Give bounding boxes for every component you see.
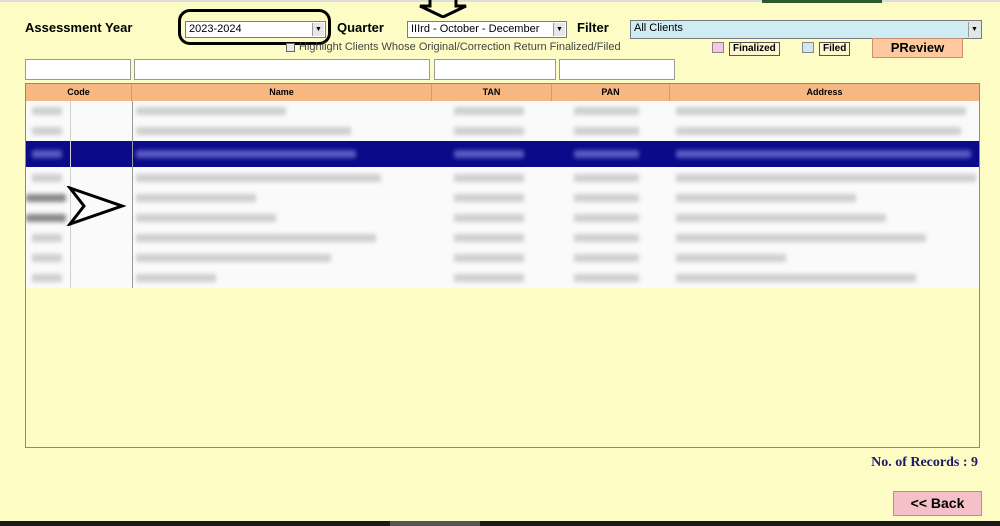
clients-table[interactable]: Code Name TAN PAN Address bbox=[25, 83, 980, 448]
preview-button[interactable]: PReview bbox=[872, 38, 963, 58]
table-row-selected[interactable] bbox=[26, 141, 979, 167]
name-search-input[interactable] bbox=[134, 59, 430, 80]
arrow-down-outline-icon bbox=[419, 0, 467, 18]
pan-search-input[interactable] bbox=[559, 59, 675, 80]
table-row[interactable] bbox=[26, 228, 979, 248]
column-divider bbox=[132, 101, 133, 288]
col-header-name[interactable]: Name bbox=[132, 84, 432, 101]
table-body[interactable] bbox=[26, 101, 979, 288]
highlight-checkbox-label: Highlight Clients Whose Original/Correct… bbox=[299, 41, 621, 53]
filed-legend: Filed bbox=[819, 42, 851, 56]
arrow-right-outline-icon bbox=[66, 186, 126, 226]
bottom-bar bbox=[0, 521, 1000, 526]
table-row[interactable] bbox=[26, 168, 979, 188]
filter-value: All Clients bbox=[634, 22, 683, 34]
col-header-address[interactable]: Address bbox=[670, 84, 979, 101]
table-row[interactable] bbox=[26, 268, 979, 288]
filter-select[interactable]: All Clients ▼ bbox=[630, 20, 982, 39]
col-header-pan[interactable]: PAN bbox=[552, 84, 670, 101]
bottom-bar-segment bbox=[390, 521, 480, 526]
assessment-year-label: Assessment Year bbox=[25, 20, 133, 35]
quarter-label: Quarter bbox=[337, 20, 384, 35]
top-green-fragment bbox=[762, 0, 882, 3]
assessment-year-select[interactable]: 2023-2024 ▼ bbox=[185, 21, 326, 38]
filter-label: Filter bbox=[577, 20, 609, 35]
chevron-down-icon[interactable]: ▼ bbox=[312, 23, 324, 36]
back-button[interactable]: << Back bbox=[893, 491, 982, 516]
finalized-swatch bbox=[712, 42, 724, 53]
chevron-down-icon[interactable]: ▼ bbox=[553, 23, 565, 36]
table-row[interactable] bbox=[26, 248, 979, 268]
chevron-down-icon[interactable]: ▼ bbox=[968, 22, 980, 37]
records-count: No. of Records : 9 bbox=[871, 455, 978, 470]
highlight-checkbox[interactable] bbox=[286, 43, 295, 52]
filed-swatch bbox=[802, 42, 814, 53]
tan-search-input[interactable] bbox=[434, 59, 556, 80]
assessment-year-value: 2023-2024 bbox=[189, 23, 242, 35]
col-header-tan[interactable]: TAN bbox=[432, 84, 552, 101]
quarter-select[interactable]: IIIrd - October - December ▼ bbox=[407, 21, 567, 38]
code-search-input[interactable] bbox=[25, 59, 131, 80]
table-row[interactable] bbox=[26, 188, 979, 208]
table-row[interactable] bbox=[26, 121, 979, 141]
col-header-code[interactable]: Code bbox=[26, 84, 132, 101]
table-row[interactable] bbox=[26, 101, 979, 121]
quarter-value: IIIrd - October - December bbox=[411, 23, 540, 35]
table-row[interactable] bbox=[26, 208, 979, 228]
finalized-legend: Finalized bbox=[729, 42, 780, 56]
